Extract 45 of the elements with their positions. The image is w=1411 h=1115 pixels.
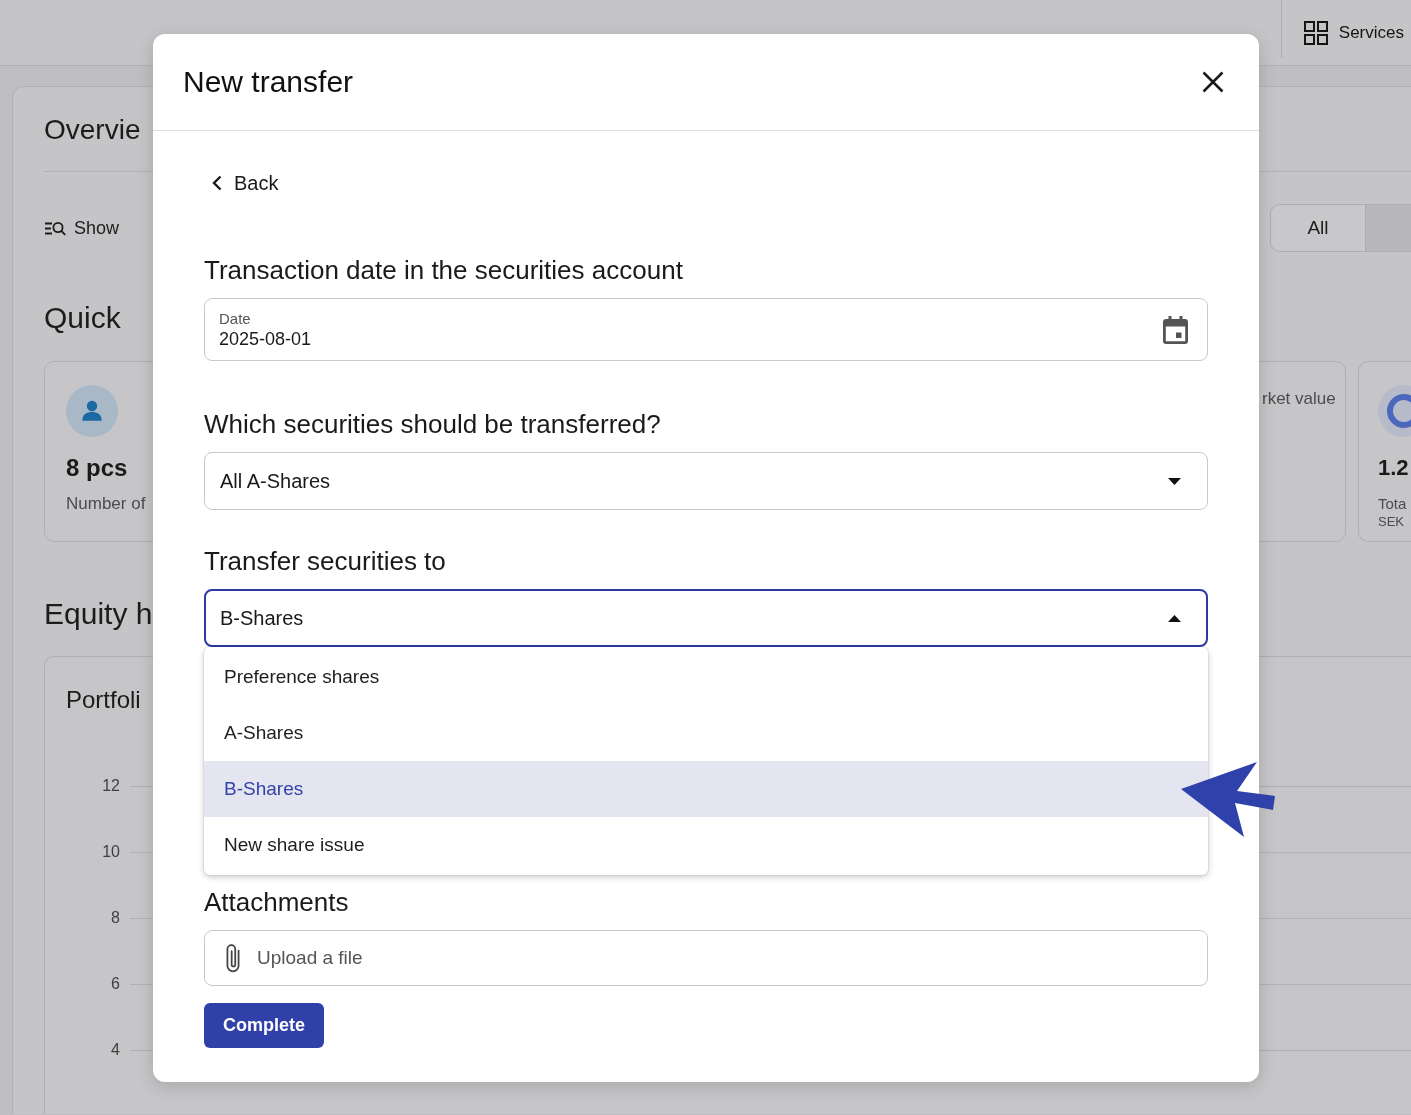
stat-value: 8 pcs	[66, 453, 128, 483]
dropdown-option[interactable]: Preference shares	[204, 649, 1208, 705]
stat-label: rket value	[1262, 388, 1336, 410]
section-heading: Which securities should be transferred?	[204, 408, 661, 440]
section-heading: Transaction date in the securities account	[204, 254, 683, 286]
dialog-title: New transfer	[183, 64, 354, 100]
calendar-icon[interactable]	[1163, 315, 1188, 344]
caret-down-icon	[1168, 477, 1181, 485]
dropdown-option[interactable]: B-Shares	[204, 761, 1208, 817]
dropdown-option[interactable]: A-Shares	[204, 705, 1208, 761]
section-title: Equity h	[44, 596, 153, 632]
axis-tick-label: 10	[101, 842, 120, 862]
select-field[interactable]: All A-Shares	[204, 452, 1208, 510]
filter-search-icon	[45, 220, 66, 236]
stat-unit: SEK	[1378, 514, 1404, 529]
chevron-left-icon	[212, 175, 222, 191]
back-button[interactable]: Back	[212, 171, 279, 195]
close-icon[interactable]	[1202, 71, 1224, 93]
callout-arrow-icon	[1181, 762, 1275, 837]
date-field[interactable]: Date 2025-08-01	[204, 298, 1208, 361]
paperclip-icon	[226, 943, 240, 973]
section-title: Overvie	[44, 113, 141, 147]
chart-title: Portfoli	[66, 685, 141, 715]
select-field[interactable]: B-Shares	[204, 589, 1208, 647]
stat-value: 1.2	[1378, 454, 1409, 482]
date-label: Date	[219, 309, 251, 328]
stat-label: Number of	[66, 493, 146, 515]
axis-tick-label: 12	[101, 776, 120, 796]
ring-icon	[1378, 385, 1411, 437]
show-button[interactable]: Show	[44, 217, 120, 239]
section-heading: Attachments	[204, 886, 349, 918]
section-heading: Transfer securities to	[204, 545, 446, 577]
axis-tick-label: 4	[110, 1040, 120, 1060]
section-title: Quick	[44, 300, 121, 336]
upload-field[interactable]: Upload a file	[204, 930, 1208, 986]
dropdown-option[interactable]: New share issue	[204, 817, 1208, 873]
services-button[interactable]: Services	[1281, 0, 1404, 65]
person-icon	[66, 385, 118, 437]
stat-label: Tota	[1378, 494, 1407, 514]
axis-tick-label: 8	[110, 908, 120, 928]
date-value: 2025-08-01	[219, 327, 312, 350]
grid-icon	[1303, 20, 1328, 45]
caret-up-icon	[1168, 614, 1181, 622]
complete-button[interactable]: Complete	[204, 1003, 324, 1048]
axis-tick-label: 6	[110, 974, 120, 994]
